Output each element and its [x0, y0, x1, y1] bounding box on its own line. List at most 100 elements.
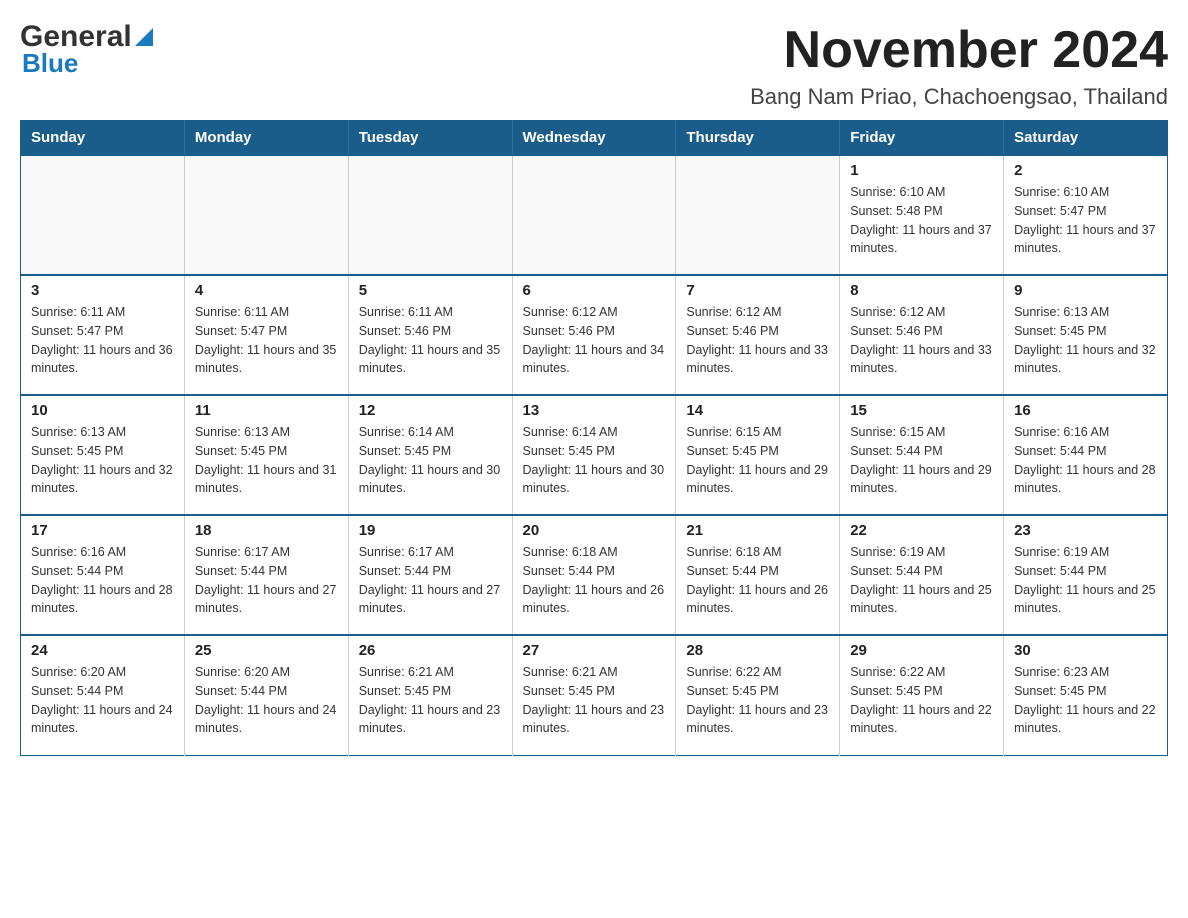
- day-info: Sunrise: 6:13 AMSunset: 5:45 PMDaylight:…: [31, 423, 174, 498]
- day-number: 2: [1014, 162, 1157, 179]
- calendar-cell: 2 Sunrise: 6:10 AMSunset: 5:47 PMDaylight…: [1004, 155, 1168, 275]
- day-info: Sunrise: 6:22 AMSunset: 5:45 PMDaylight:…: [686, 663, 829, 738]
- day-info: Sunrise: 6:11 AMSunset: 5:47 PMDaylight:…: [31, 303, 174, 378]
- day-number: 9: [1014, 282, 1157, 299]
- calendar-week-1: 1Sunrise: 6:10 AMSunset: 5:48 PMDaylight…: [21, 155, 1168, 275]
- calendar-cell: 6 Sunrise: 6:12 AMSunset: 5:46 PMDaylight…: [512, 275, 676, 395]
- title-area: November 2024 Bang Nam Priao, Chachoengs…: [750, 20, 1168, 110]
- day-number: 5: [359, 282, 502, 299]
- calendar-cell: 7Sunrise: 6:12 AMSunset: 5:46 PMDaylight…: [676, 275, 840, 395]
- day-info: Sunrise: 6:17 AMSunset: 5:44 PMDaylight:…: [195, 543, 338, 618]
- calendar-header-tuesday: Tuesday: [348, 121, 512, 156]
- day-number: 4: [195, 282, 338, 299]
- calendar-cell: [676, 155, 840, 275]
- calendar-cell: 1Sunrise: 6:10 AMSunset: 5:48 PMDaylight…: [840, 155, 1004, 275]
- calendar-cell: [348, 155, 512, 275]
- day-number: 11: [195, 402, 338, 419]
- calendar-cell: 5 Sunrise: 6:11 AMSunset: 5:46 PMDaylight…: [348, 275, 512, 395]
- day-info: Sunrise: 6:23 AMSunset: 5:45 PMDaylight:…: [1014, 663, 1157, 738]
- calendar-header-row: SundayMondayTuesdayWednesdayThursdayFrid…: [21, 121, 1168, 156]
- day-info: Sunrise: 6:14 AMSunset: 5:45 PMDaylight:…: [359, 423, 502, 498]
- logo: General Blue: [20, 20, 153, 79]
- calendar-cell: 29 Sunrise: 6:22 AMSunset: 5:45 PMDayligh…: [840, 635, 1004, 755]
- calendar-cell: 27Sunrise: 6:21 AMSunset: 5:45 PMDayligh…: [512, 635, 676, 755]
- calendar-cell: 19 Sunrise: 6:17 AMSunset: 5:44 PMDayligh…: [348, 515, 512, 635]
- day-number: 20: [523, 522, 666, 539]
- day-info: Sunrise: 6:15 AMSunset: 5:44 PMDaylight:…: [850, 423, 993, 498]
- calendar-header-saturday: Saturday: [1004, 121, 1168, 156]
- day-number: 19: [359, 522, 502, 539]
- day-number: 24: [31, 642, 174, 659]
- calendar-cell: 10 Sunrise: 6:13 AMSunset: 5:45 PMDayligh…: [21, 395, 185, 515]
- calendar-cell: 13 Sunrise: 6:14 AMSunset: 5:45 PMDayligh…: [512, 395, 676, 515]
- day-info: Sunrise: 6:21 AMSunset: 5:45 PMDaylight:…: [359, 663, 502, 738]
- day-info: Sunrise: 6:20 AMSunset: 5:44 PMDaylight:…: [31, 663, 174, 738]
- day-info: Sunrise: 6:22 AMSunset: 5:45 PMDaylight:…: [850, 663, 993, 738]
- day-number: 29: [850, 642, 993, 659]
- calendar-cell: 9Sunrise: 6:13 AMSunset: 5:45 PMDaylight…: [1004, 275, 1168, 395]
- day-number: 23: [1014, 522, 1157, 539]
- calendar-cell: [184, 155, 348, 275]
- calendar-cell: 24 Sunrise: 6:20 AMSunset: 5:44 PMDayligh…: [21, 635, 185, 755]
- day-number: 3: [31, 282, 174, 299]
- day-number: 22: [850, 522, 993, 539]
- calendar-week-4: 17 Sunrise: 6:16 AMSunset: 5:44 PMDayligh…: [21, 515, 1168, 635]
- calendar-cell: 16 Sunrise: 6:16 AMSunset: 5:44 PMDayligh…: [1004, 395, 1168, 515]
- day-number: 17: [31, 522, 174, 539]
- day-number: 21: [686, 522, 829, 539]
- day-info: Sunrise: 6:13 AMSunset: 5:45 PMDaylight:…: [195, 423, 338, 498]
- page-subtitle: Bang Nam Priao, Chachoengsao, Thailand: [750, 84, 1168, 110]
- day-number: 30: [1014, 642, 1157, 659]
- calendar-cell: 20 Sunrise: 6:18 AMSunset: 5:44 PMDayligh…: [512, 515, 676, 635]
- day-number: 13: [523, 402, 666, 419]
- day-number: 8: [850, 282, 993, 299]
- day-info: Sunrise: 6:12 AMSunset: 5:46 PMDaylight:…: [850, 303, 993, 378]
- calendar-week-3: 10 Sunrise: 6:13 AMSunset: 5:45 PMDayligh…: [21, 395, 1168, 515]
- calendar-cell: 3 Sunrise: 6:11 AMSunset: 5:47 PMDaylight…: [21, 275, 185, 395]
- calendar-cell: 25Sunrise: 6:20 AMSunset: 5:44 PMDayligh…: [184, 635, 348, 755]
- calendar-header-sunday: Sunday: [21, 121, 185, 156]
- calendar-cell: 4 Sunrise: 6:11 AMSunset: 5:47 PMDaylight…: [184, 275, 348, 395]
- day-number: 26: [359, 642, 502, 659]
- day-info: Sunrise: 6:12 AMSunset: 5:46 PMDaylight:…: [523, 303, 666, 378]
- day-number: 18: [195, 522, 338, 539]
- calendar-table: SundayMondayTuesdayWednesdayThursdayFrid…: [20, 120, 1168, 756]
- day-number: 7: [686, 282, 829, 299]
- calendar-cell: 11 Sunrise: 6:13 AMSunset: 5:45 PMDayligh…: [184, 395, 348, 515]
- calendar-cell: 8 Sunrise: 6:12 AMSunset: 5:46 PMDaylight…: [840, 275, 1004, 395]
- day-number: 10: [31, 402, 174, 419]
- day-info: Sunrise: 6:11 AMSunset: 5:46 PMDaylight:…: [359, 303, 502, 378]
- day-info: Sunrise: 6:17 AMSunset: 5:44 PMDaylight:…: [359, 543, 502, 618]
- calendar-cell: 28 Sunrise: 6:22 AMSunset: 5:45 PMDayligh…: [676, 635, 840, 755]
- calendar-cell: 18 Sunrise: 6:17 AMSunset: 5:44 PMDayligh…: [184, 515, 348, 635]
- calendar-cell: 14Sunrise: 6:15 AMSunset: 5:45 PMDayligh…: [676, 395, 840, 515]
- calendar-cell: 22Sunrise: 6:19 AMSunset: 5:44 PMDayligh…: [840, 515, 1004, 635]
- calendar-cell: 12Sunrise: 6:14 AMSunset: 5:45 PMDayligh…: [348, 395, 512, 515]
- day-info: Sunrise: 6:16 AMSunset: 5:44 PMDaylight:…: [1014, 423, 1157, 498]
- calendar-cell: [21, 155, 185, 275]
- day-number: 27: [523, 642, 666, 659]
- day-info: Sunrise: 6:11 AMSunset: 5:47 PMDaylight:…: [195, 303, 338, 378]
- calendar-cell: 17 Sunrise: 6:16 AMSunset: 5:44 PMDayligh…: [21, 515, 185, 635]
- day-info: Sunrise: 6:15 AMSunset: 5:45 PMDaylight:…: [686, 423, 829, 498]
- calendar-cell: 15Sunrise: 6:15 AMSunset: 5:44 PMDayligh…: [840, 395, 1004, 515]
- calendar-header-thursday: Thursday: [676, 121, 840, 156]
- day-info: Sunrise: 6:14 AMSunset: 5:45 PMDaylight:…: [523, 423, 666, 498]
- calendar-cell: 26 Sunrise: 6:21 AMSunset: 5:45 PMDayligh…: [348, 635, 512, 755]
- day-info: Sunrise: 6:18 AMSunset: 5:44 PMDaylight:…: [523, 543, 666, 618]
- calendar-cell: 23 Sunrise: 6:19 AMSunset: 5:44 PMDayligh…: [1004, 515, 1168, 635]
- calendar-week-5: 24 Sunrise: 6:20 AMSunset: 5:44 PMDayligh…: [21, 635, 1168, 755]
- calendar-cell: 30 Sunrise: 6:23 AMSunset: 5:45 PMDayligh…: [1004, 635, 1168, 755]
- day-info: Sunrise: 6:10 AMSunset: 5:47 PMDaylight:…: [1014, 183, 1157, 258]
- day-info: Sunrise: 6:19 AMSunset: 5:44 PMDaylight:…: [1014, 543, 1157, 618]
- calendar-week-2: 3 Sunrise: 6:11 AMSunset: 5:47 PMDaylight…: [21, 275, 1168, 395]
- calendar-header-wednesday: Wednesday: [512, 121, 676, 156]
- day-number: 6: [523, 282, 666, 299]
- day-info: Sunrise: 6:18 AMSunset: 5:44 PMDaylight:…: [686, 543, 829, 618]
- calendar-cell: 21 Sunrise: 6:18 AMSunset: 5:44 PMDayligh…: [676, 515, 840, 635]
- page-header: General Blue November 2024 Bang Nam Pria…: [20, 20, 1168, 110]
- day-number: 16: [1014, 402, 1157, 419]
- day-number: 28: [686, 642, 829, 659]
- logo-triangle-icon: [135, 28, 153, 51]
- day-info: Sunrise: 6:16 AMSunset: 5:44 PMDaylight:…: [31, 543, 174, 618]
